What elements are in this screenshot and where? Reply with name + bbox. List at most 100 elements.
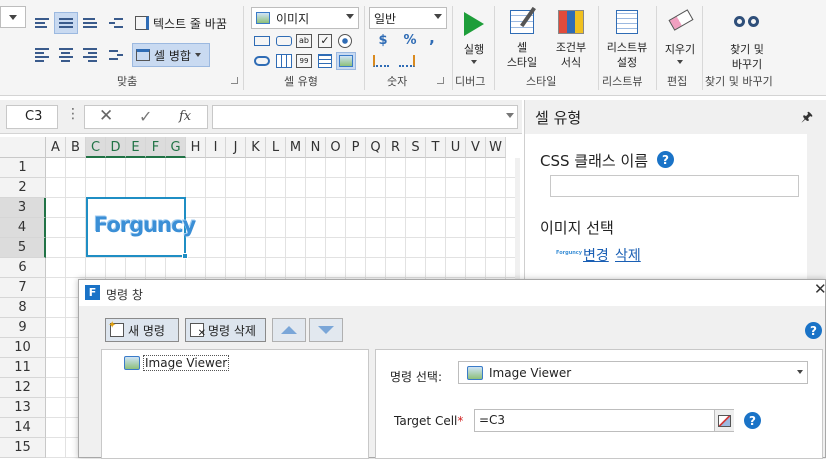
button-celltype-icon[interactable] (254, 36, 270, 46)
column-header-a[interactable]: A (46, 137, 66, 158)
align-center-button[interactable] (54, 44, 78, 66)
cancel-icon[interactable]: ✕ (99, 106, 113, 126)
column-header-q[interactable]: Q (366, 137, 386, 158)
checkbox-celltype-icon[interactable]: ✓ (318, 34, 332, 48)
row-header-6[interactable]: 6 (0, 258, 46, 278)
column-header-d[interactable]: D (106, 137, 126, 158)
image-celltype-icon[interactable] (336, 52, 356, 70)
column-header-p[interactable]: P (346, 137, 366, 158)
column-header-v[interactable]: V (466, 137, 486, 158)
column-header-r[interactable]: R (386, 137, 406, 158)
radio-celltype-icon[interactable] (338, 34, 352, 48)
help-icon[interactable]: ? (744, 412, 761, 429)
row-header-12[interactable]: 12 (0, 378, 46, 398)
new-command-button[interactable]: ✦ 새 명령 (105, 318, 179, 342)
row-header-5[interactable]: 5 (0, 238, 46, 258)
row-header-9[interactable]: 9 (0, 318, 46, 338)
cell-style-button[interactable]: 셀 스타일 (500, 6, 544, 70)
delete-command-button[interactable]: ✕ 명령 삭제 (185, 318, 266, 342)
align-top-button[interactable] (30, 12, 54, 34)
decrease-decimal-button[interactable] (396, 52, 418, 70)
align-bottom-button[interactable] (78, 12, 102, 34)
row-header-7[interactable]: 7 (0, 278, 46, 298)
align-right-button[interactable] (78, 44, 102, 66)
cell-type-combo[interactable]: 이미지 (251, 7, 359, 29)
delete-image-link[interactable]: 삭제 (615, 245, 641, 265)
column-header-f[interactable]: F (146, 137, 166, 158)
indent-button[interactable] (104, 12, 128, 34)
align-left-button[interactable] (30, 44, 54, 66)
column-header-m[interactable]: M (286, 137, 306, 158)
tree-item-image-viewer[interactable]: Image Viewer (124, 355, 230, 371)
clear-button[interactable]: 지우기 (660, 6, 700, 70)
formula-input[interactable] (212, 105, 518, 129)
close-icon[interactable]: ✕ (814, 280, 826, 298)
target-cell-input[interactable]: =C3 (474, 409, 734, 432)
merge-cells-button[interactable]: 셀 병합 (132, 43, 210, 67)
column-header-s[interactable]: S (406, 137, 426, 158)
column-header-e[interactable]: E (126, 137, 146, 158)
grid-celltype-icon[interactable] (276, 54, 292, 68)
row-header-15[interactable]: 15 (0, 438, 46, 458)
column-header-j[interactable]: J (226, 137, 246, 158)
name-box[interactable]: C3 (6, 105, 58, 129)
column-header-k[interactable]: K (246, 137, 266, 158)
row-header-13[interactable]: 13 (0, 398, 46, 418)
currency-button[interactable]: $ (370, 31, 396, 49)
column-header-h[interactable]: H (186, 137, 206, 158)
fill-handle[interactable] (182, 253, 188, 259)
row-header-3[interactable]: 3 (0, 198, 46, 218)
currency-label: $ (378, 32, 388, 48)
column-header-t[interactable]: T (426, 137, 446, 158)
row-header-8[interactable]: 8 (0, 298, 46, 318)
row-header-10[interactable]: 10 (0, 338, 46, 358)
command-select[interactable]: Image Viewer (458, 361, 808, 384)
column-header-u[interactable]: U (446, 137, 466, 158)
comma-button[interactable]: , (422, 29, 442, 47)
font-size-combo[interactable] (0, 6, 26, 28)
pin-icon[interactable]: 🖈 (801, 108, 813, 130)
table-celltype-icon[interactable] (318, 54, 332, 68)
run-button[interactable]: 실행 (456, 6, 492, 68)
column-header-i[interactable]: I (206, 137, 226, 158)
outdent-button[interactable] (104, 44, 128, 66)
row-header-1[interactable]: 1 (0, 158, 46, 178)
css-class-input[interactable] (550, 175, 799, 197)
column-header-c[interactable]: C (86, 137, 106, 158)
column-header-o[interactable]: O (326, 137, 346, 158)
number-celltype-icon[interactable]: 99 (296, 54, 312, 68)
cell-picker-button[interactable] (714, 410, 734, 431)
move-up-button[interactable] (272, 318, 306, 342)
conditional-format-button[interactable]: 조건부 서식 (548, 6, 594, 70)
label-celltype-icon[interactable]: ab (296, 34, 312, 48)
listview-settings-button[interactable]: 리스트뷰 설정 (602, 6, 652, 70)
help-icon[interactable]: ? (805, 322, 822, 339)
row-header-14[interactable]: 14 (0, 418, 46, 438)
link-celltype-icon[interactable] (254, 56, 270, 66)
more-options-icon[interactable]: ⋮ (66, 106, 80, 122)
align-middle-button[interactable] (54, 12, 78, 34)
confirm-icon[interactable]: ✓ (139, 107, 152, 126)
row-header-2[interactable]: 2 (0, 178, 46, 198)
number-format-combo[interactable]: 일반 (369, 7, 447, 29)
column-header-g[interactable]: G (166, 137, 186, 158)
column-header-l[interactable]: L (266, 137, 286, 158)
selected-range[interactable]: Forguncy (86, 197, 196, 259)
column-header-w[interactable]: W (486, 137, 506, 158)
dialog-launcher-icon[interactable] (231, 77, 238, 84)
percent-button[interactable]: % (400, 31, 420, 49)
textbox-celltype-icon[interactable] (276, 36, 292, 46)
column-header-n[interactable]: N (306, 137, 326, 158)
row-header-4[interactable]: 4 (0, 218, 46, 238)
chevron-down-icon[interactable] (506, 113, 514, 118)
move-down-button[interactable] (309, 318, 343, 342)
row-header-11[interactable]: 11 (0, 358, 46, 378)
select-all-corner[interactable] (0, 137, 46, 158)
increase-decimal-button[interactable] (370, 52, 392, 70)
help-icon[interactable]: ? (657, 151, 674, 168)
column-header-b[interactable]: B (66, 137, 86, 158)
change-image-link[interactable]: 변경 (583, 245, 609, 265)
find-replace-button[interactable]: 찾기 및 바꾸기 (710, 6, 784, 71)
function-icon[interactable]: fx (179, 109, 191, 124)
dialog-launcher-icon[interactable] (437, 77, 444, 84)
